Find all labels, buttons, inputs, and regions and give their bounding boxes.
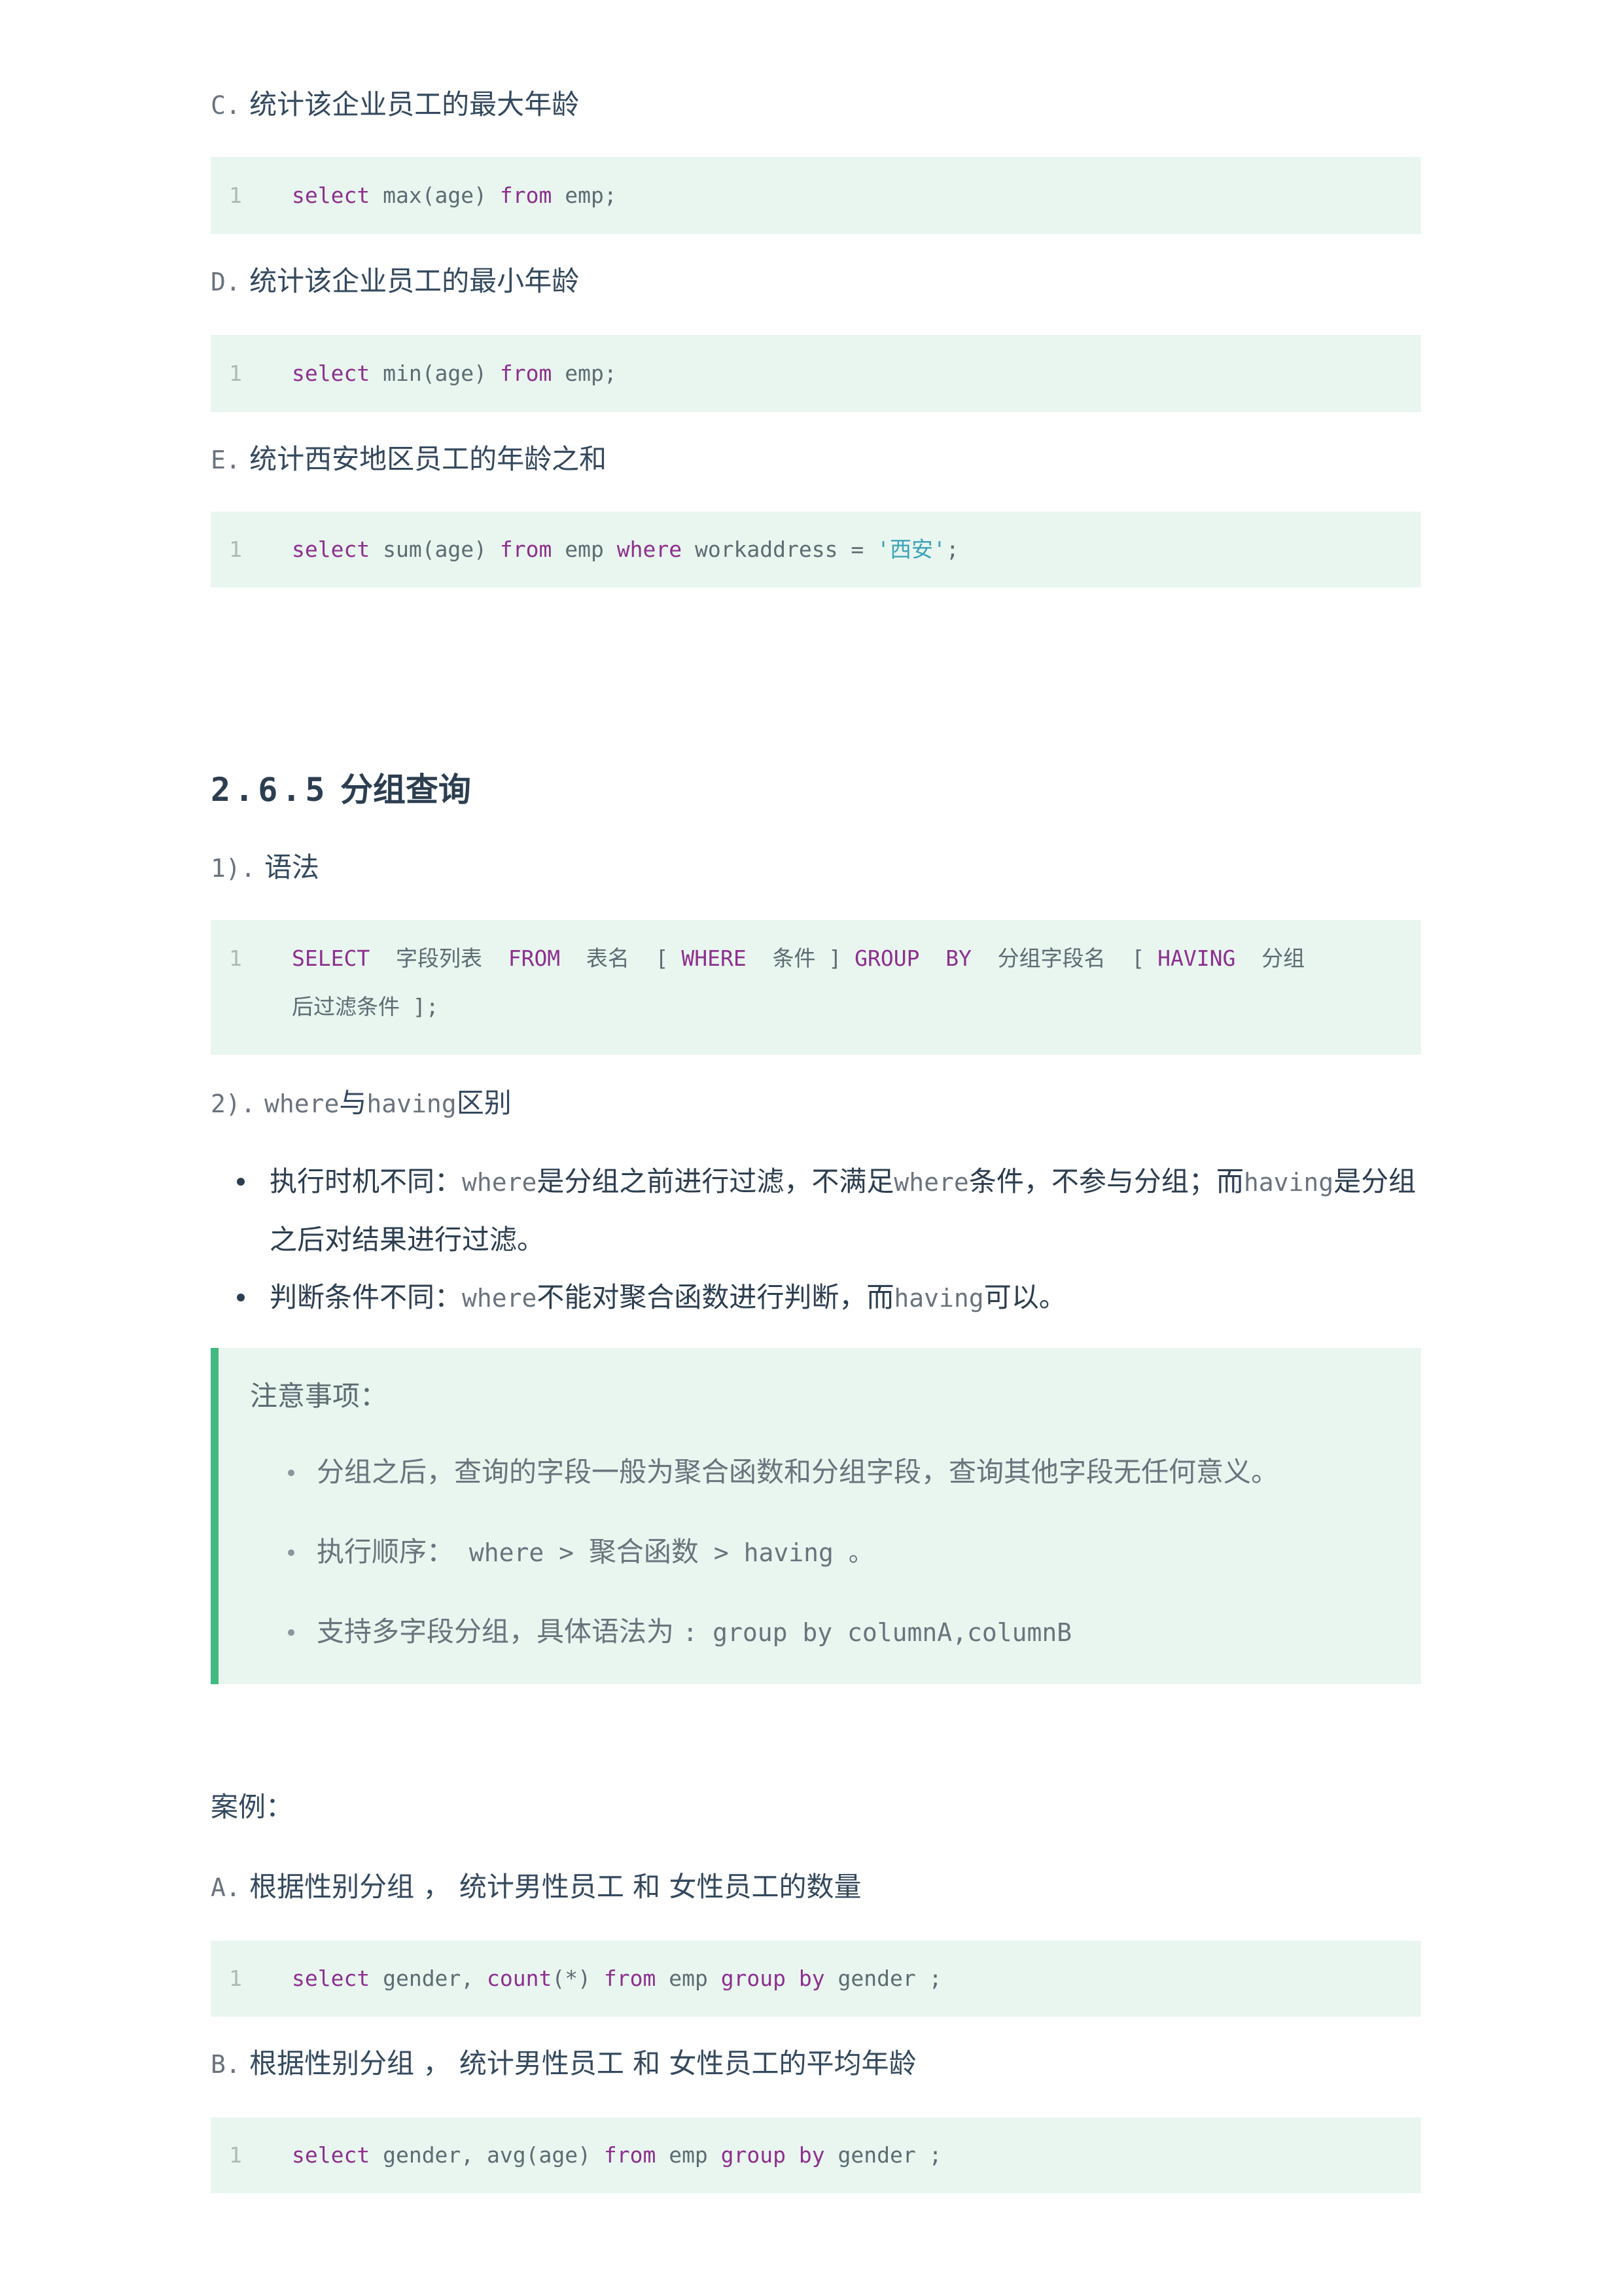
code-line: select sum(age) from emp where workaddre… — [292, 537, 959, 562]
case-a-heading: A. 根据性别分组 ， 统计男性员工 和 女性员工的数量 — [211, 1867, 862, 1907]
code-block-sum-age[interactable]: 1 select sum(age) from emp where workadd… — [211, 512, 1421, 588]
item-prefix: E. — [211, 446, 241, 474]
list-item: 执行时机不同：where是分组之前进行过滤，不满足where条件，不参与分组；而… — [237, 1153, 1421, 1269]
code-block-min-age[interactable]: 1 select min(age) from emp; — [211, 335, 1421, 412]
section-heading: 2.6.5 分组查询 — [211, 767, 471, 813]
item-text: 统计该企业员工的最小年龄 — [249, 265, 580, 297]
line-number: 1 — [229, 361, 242, 386]
notice-item: 分组之后，查询的字段一般为聚合函数和分组字段，查询其他字段无任何意义。 — [287, 1453, 1278, 1532]
notice-item: 支持多字段分组，具体语法为 : group by columnA,columnB — [287, 1612, 1278, 1692]
item-text: 统计该企业员工的最大年龄 — [249, 88, 580, 120]
case-label: 案例： — [211, 1791, 294, 1823]
item-prefix: C. — [211, 91, 241, 120]
item-prefix: A. — [211, 1873, 241, 1902]
line-number: 1 — [229, 945, 242, 971]
item-text: 语法 — [264, 851, 320, 883]
item-prefix: D. — [211, 268, 241, 296]
list-item: 判断条件不同：where不能对聚合函数进行判断，而having可以。 — [237, 1269, 1421, 1327]
difference-label: 2). where与having区别 — [211, 1087, 512, 1119]
syntax-label: 1). 语法 — [211, 848, 319, 888]
section-title: 分组查询 — [340, 771, 471, 809]
item-c-heading: C. 统计该企业员工的最大年龄 — [211, 85, 579, 125]
line-number: 1 — [229, 2142, 242, 2168]
code-line: select max(age) from emp; — [292, 183, 617, 208]
item-prefix: 1). — [211, 854, 256, 883]
notice-block: 注意事项： 分组之后，查询的字段一般为聚合函数和分组字段，查询其他字段无任何意义… — [211, 1348, 1421, 1684]
difference-list: 执行时机不同：where是分组之前进行过滤，不满足where条件，不参与分组；而… — [237, 1153, 1421, 1327]
item-d-heading: D. 统计该企业员工的最小年龄 — [211, 262, 579, 302]
item-prefix: B. — [211, 2050, 241, 2079]
code-block-count-by-gender[interactable]: 1 select gender, count(*) from emp group… — [211, 1941, 1421, 2017]
item-text: 根据性别分组 ， 统计男性员工 和 女性员工的平均年龄 — [249, 2047, 917, 2079]
notice-list: 分组之后，查询的字段一般为聚合函数和分组字段，查询其他字段无任何意义。 执行顺序… — [287, 1453, 1278, 1692]
item-text: 统计西安地区员工的年龄之和 — [249, 443, 607, 475]
code-block-avg-by-gender[interactable]: 1 select gender, avg(age) from emp group… — [211, 2117, 1421, 2193]
code-block-max-age[interactable]: 1 select max(age) from emp; — [211, 157, 1421, 234]
case-b-heading: B. 根据性别分组 ， 统计男性员工 和 女性员工的平均年龄 — [211, 2044, 917, 2084]
code-line: select min(age) from emp; — [292, 361, 617, 386]
code-line: select gender, avg(age) from emp group b… — [292, 2142, 942, 2168]
line-number: 1 — [229, 537, 242, 562]
code-block-syntax[interactable]: 1 SELECT 字段列表 FROM 表名 [ WHERE 条件 ] GROUP… — [211, 920, 1421, 1055]
item-prefix: 2). — [211, 1089, 256, 1118]
section-number: 2.6.5 — [211, 771, 329, 809]
code-line: select gender, count(*) from emp group b… — [292, 1966, 942, 1991]
notice-title: 注意事项： — [250, 1380, 388, 1412]
line-number: 1 — [229, 183, 242, 208]
item-text: 根据性别分组 ， 统计男性员工 和 女性员工的数量 — [249, 1871, 862, 1903]
item-e-heading: E. 统计西安地区员工的年龄之和 — [211, 440, 607, 480]
line-number: 1 — [229, 1966, 242, 1991]
code-line-continued: 后过滤条件 ]; — [292, 994, 439, 1019]
notice-item: 执行顺序： where > 聚合函数 > having 。 — [287, 1532, 1278, 1612]
